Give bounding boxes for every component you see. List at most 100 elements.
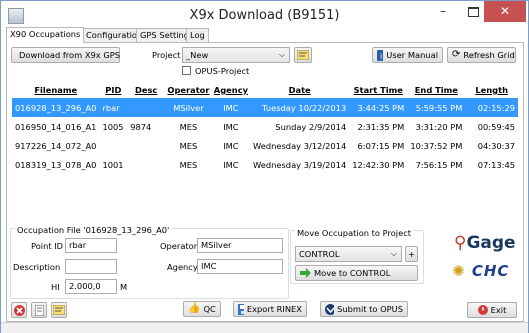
exit-icon xyxy=(477,305,488,315)
col-date[interactable]: Date xyxy=(250,82,349,98)
project-edit-icon xyxy=(297,50,309,60)
export-rinex-label: Export RINEX xyxy=(246,304,302,314)
qc-button[interactable]: 👍 QC xyxy=(183,301,221,317)
cell-filename: 016928_13_296_A0 xyxy=(12,98,100,117)
col-operator[interactable]: Operator xyxy=(165,82,212,98)
move-project-select[interactable]: CONTROL ⌵ xyxy=(295,246,402,262)
exit-button[interactable]: Exit xyxy=(467,302,517,318)
chc-logo-swoosh-icon: ✺ xyxy=(452,262,466,280)
delete-button[interactable] xyxy=(11,302,27,318)
document-button[interactable] xyxy=(31,302,47,318)
cell-pid: 1005 xyxy=(102,121,124,132)
cell-pid: rbar xyxy=(99,98,128,117)
user-manual-button[interactable]: i User Manual xyxy=(372,47,443,63)
cell-agency: IMC xyxy=(211,98,251,117)
description-input[interactable] xyxy=(65,259,117,274)
cell-start-time: 6:07:15 PM xyxy=(357,140,405,151)
point-id-label: Point ID xyxy=(31,241,64,251)
submit-opus-button[interactable]: Submit to OPUS xyxy=(320,301,408,317)
chevron-down-icon: ⌵ xyxy=(390,249,397,258)
cell-start-time: 2:31:35 PM xyxy=(357,121,405,132)
save-icon xyxy=(238,303,244,315)
cell-filename: 018319_13_078_A0 xyxy=(15,159,97,170)
table-row[interactable]: 917226_14_072_A0 MES IMC Wednesday 3/12/… xyxy=(12,136,518,155)
cell-filename: 917226_14_072_A0 xyxy=(15,140,97,151)
project-select[interactable]: _New ⌵ xyxy=(182,47,290,63)
cell-date: Sunday 2/9/2014 xyxy=(275,121,347,132)
table-row[interactable]: 016928_13_296_A0 rbar MSilver IMC Tuesda… xyxy=(12,98,518,117)
col-desc[interactable]: Desc xyxy=(127,82,165,98)
notes-icon xyxy=(53,305,65,315)
app-window: X9x Download (B9151) – ✕ X90 Occupations… xyxy=(0,0,529,333)
chc-logo: ✺ CHC xyxy=(452,262,509,280)
igage-logo-pin-icon: ⚲ xyxy=(454,233,467,253)
export-rinex-button[interactable]: Export RINEX xyxy=(233,301,307,317)
hi-label: HI xyxy=(51,282,60,292)
tab-x90-occupations[interactable]: X90 Occupations xyxy=(6,27,85,43)
download-button[interactable]: Download from X9x GPS xyxy=(11,47,120,63)
project-label: Project xyxy=(152,50,181,60)
hi-unit-label: M xyxy=(120,282,128,292)
move-project-value: CONTROL xyxy=(299,249,340,259)
occupations-panel: Download from X9x GPS Project _New ⌵ OPU… xyxy=(6,42,524,322)
cell-agency: IMC xyxy=(223,140,239,151)
cell-date: Wednesday 3/12/2014 xyxy=(253,140,347,151)
cell-operator: MSilver xyxy=(165,98,212,117)
operator-label: Operator xyxy=(160,241,198,251)
cell-end-time: 7:56:15 PM xyxy=(415,159,463,170)
close-button[interactable]: ✕ xyxy=(484,1,526,22)
operator-input[interactable]: MSilver xyxy=(197,238,283,253)
cell-end-time: 10:37:52 PM xyxy=(410,140,463,151)
agency-input[interactable]: IMC xyxy=(197,259,283,274)
move-button-label: Move to CONTROL xyxy=(314,268,391,278)
cell-length: 07:13:45 xyxy=(477,159,515,170)
grid-header: Filename PID Desc Operator Agency Date S… xyxy=(12,82,518,98)
table-row[interactable]: 018319_13_078_A0 1001 MES IMC Wednesday … xyxy=(12,155,518,174)
col-end-time[interactable]: End Time xyxy=(407,82,465,98)
minimize-button[interactable]: – xyxy=(428,1,458,22)
cell-pid: 1001 xyxy=(102,159,124,170)
chevron-down-icon: ⌵ xyxy=(278,50,285,59)
cell-operator: MES xyxy=(179,121,198,132)
point-id-input[interactable]: rbar xyxy=(65,238,117,253)
cell-operator: MES xyxy=(179,140,198,151)
arrow-right-icon xyxy=(300,268,311,278)
opus-project-checkbox[interactable] xyxy=(182,66,191,75)
cell-date: Wednesday 3/19/2014 xyxy=(253,159,347,170)
col-length[interactable]: Length xyxy=(465,82,518,98)
cell-date: Tuesday 10/22/2013 xyxy=(250,98,350,117)
table-row[interactable]: 016950_14_016_A1 1005 9874 MES IMC Sunda… xyxy=(12,117,518,136)
cell-pid xyxy=(99,136,127,155)
book-icon: i xyxy=(377,49,384,61)
project-edit-button[interactable] xyxy=(294,47,312,63)
move-to-control-button[interactable]: Move to CONTROL xyxy=(295,265,418,281)
col-filename[interactable]: Filename xyxy=(12,82,99,98)
add-project-button[interactable]: + xyxy=(405,246,418,262)
agency-label: Agency xyxy=(167,262,198,272)
description-label: Description xyxy=(13,262,61,272)
notes-button[interactable] xyxy=(51,302,67,318)
refresh-grid-label: Refresh Grid xyxy=(463,50,515,60)
col-pid[interactable]: PID xyxy=(99,82,127,98)
cell-agency: IMC xyxy=(223,159,239,170)
hi-input[interactable]: 2.000,0 xyxy=(65,279,117,294)
exit-label: Exit xyxy=(490,305,507,315)
cell-length: 04:30:37 xyxy=(477,140,515,151)
cell-start-time: 12:42:30 PM xyxy=(352,159,405,170)
qc-label: QC xyxy=(203,304,216,314)
cell-start-time: 3:44:25 PM xyxy=(349,98,408,117)
cell-end-time: 3:31:20 PM xyxy=(415,121,463,132)
tab-log[interactable]: Log xyxy=(186,28,209,42)
thumbs-up-icon: 👍 xyxy=(188,303,201,314)
document-icon xyxy=(34,304,44,316)
col-agency[interactable]: Agency xyxy=(212,82,250,98)
cell-filename: 016950_14_016_A1 xyxy=(15,121,97,132)
maximize-icon xyxy=(467,7,479,17)
submit-opus-label: Submit to OPUS xyxy=(337,304,403,314)
col-start-time[interactable]: Start Time xyxy=(349,82,407,98)
opus-icon xyxy=(325,303,335,315)
igage-logo: ⚲iGageGage xyxy=(454,233,516,253)
refresh-grid-button[interactable]: ⟳ Refresh Grid xyxy=(447,47,516,63)
status-bar xyxy=(1,322,528,333)
download-button-label: Download from X9x GPS xyxy=(19,50,121,60)
